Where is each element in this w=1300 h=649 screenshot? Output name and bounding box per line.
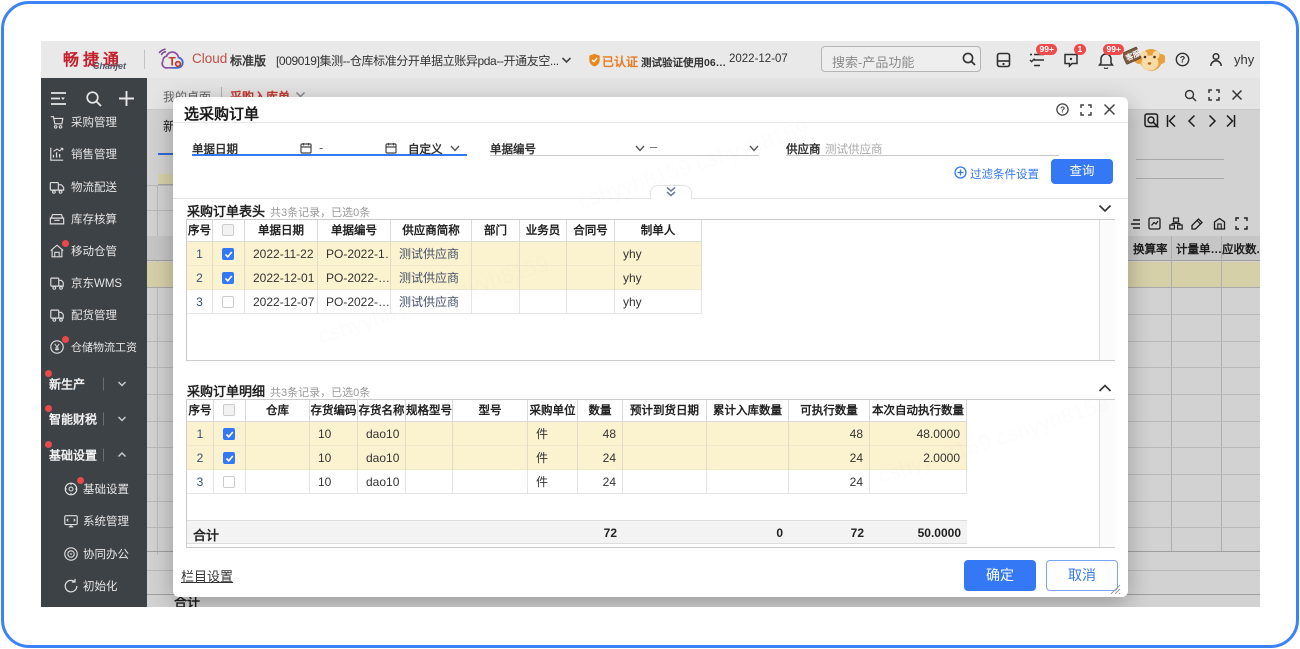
svg-text:?: ? <box>1060 104 1065 114</box>
svg-text:?: ? <box>1180 55 1186 65</box>
svg-text:T: T <box>169 55 177 69</box>
